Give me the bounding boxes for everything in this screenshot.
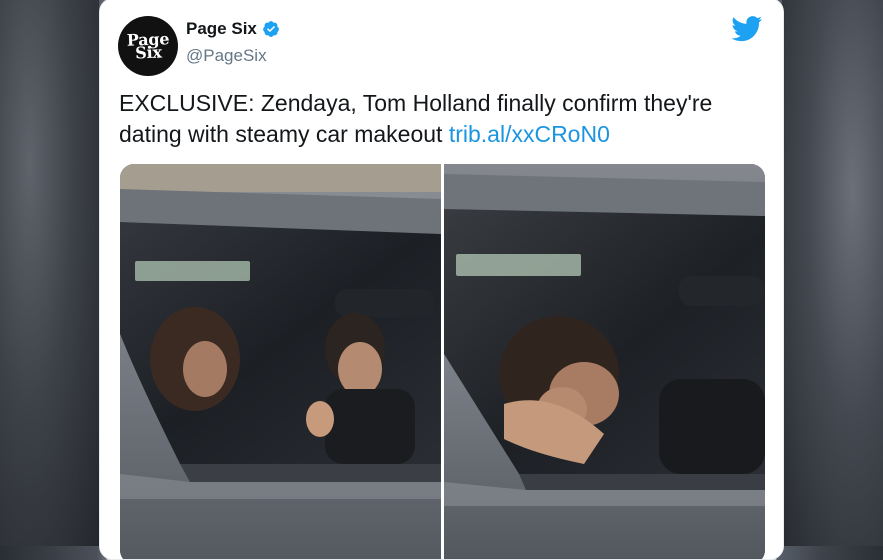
author-handle[interactable]: @PageSix [186, 46, 267, 66]
tweet-card: Page Six Page Six @PageSix EXCLUSIVE: Ze… [99, 0, 784, 560]
verified-badge-icon [262, 21, 279, 37]
tweet-text: EXCLUSIVE: Zendaya, Tom Holland finally … [119, 88, 764, 150]
background-right-blur [782, 0, 883, 546]
media-photo-1[interactable] [120, 164, 441, 559]
tweet-link[interactable]: trib.al/xxCRoN0 [449, 121, 610, 147]
twitter-bird-icon[interactable] [731, 16, 763, 42]
tweet-body-text: EXCLUSIVE: Zendaya, Tom Holland finally … [119, 90, 713, 147]
author-name-row: Page Six [186, 19, 280, 39]
avatar[interactable]: Page Six [118, 16, 178, 76]
display-name[interactable]: Page Six [186, 19, 257, 39]
media-photo-2[interactable] [444, 164, 765, 559]
photo-1-image [120, 164, 441, 559]
background-left-blur [0, 0, 99, 546]
avatar-logo-text: Page Six [126, 29, 170, 63]
tweet-media-grid [120, 164, 765, 559]
photo-2-image [444, 164, 765, 559]
tweet-header: Page Six Page Six @PageSix [118, 16, 763, 78]
